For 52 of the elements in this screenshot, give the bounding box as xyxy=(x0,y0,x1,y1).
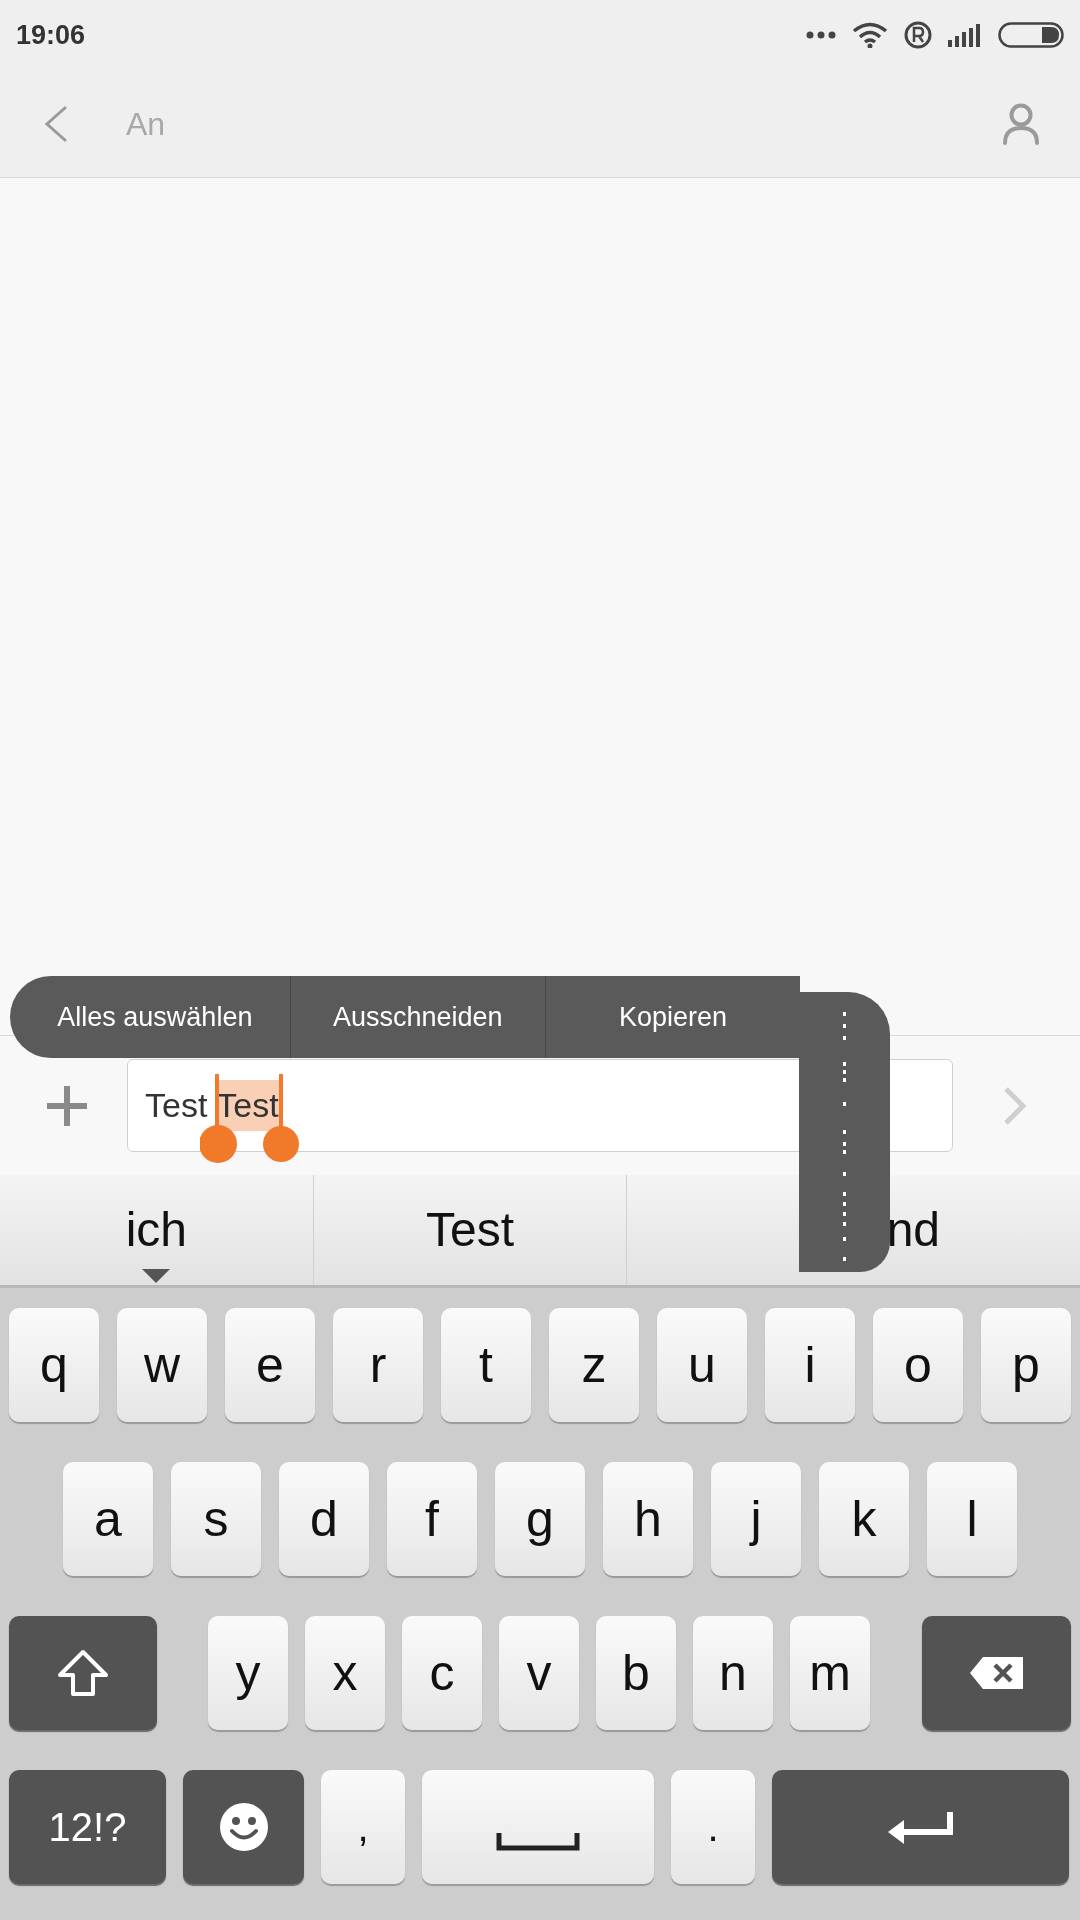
key[interactable]: i xyxy=(765,1308,855,1422)
battery-icon xyxy=(998,22,1064,48)
space-key[interactable] xyxy=(422,1770,654,1884)
key[interactable]: m xyxy=(790,1616,870,1730)
clock: 19:06 xyxy=(16,18,86,52)
signal-icon xyxy=(948,23,982,47)
key[interactable]: o xyxy=(873,1308,963,1422)
key[interactable]: r xyxy=(333,1308,423,1422)
key[interactable]: e xyxy=(225,1308,315,1422)
key[interactable]: . xyxy=(671,1770,755,1884)
plus-icon[interactable] xyxy=(45,1083,89,1128)
key[interactable]: p xyxy=(981,1308,1071,1422)
symbols-key[interactable]: 12!? xyxy=(9,1770,166,1884)
shift-key[interactable] xyxy=(9,1616,157,1730)
expand-triangle-icon[interactable] xyxy=(142,1269,171,1283)
menu-item[interactable]: Alles auswählen xyxy=(10,976,290,1058)
key[interactable]: u xyxy=(657,1308,747,1422)
suggestion-item[interactable]: ich xyxy=(0,1175,313,1285)
key[interactable]: , xyxy=(321,1770,405,1884)
key[interactable]: z xyxy=(549,1308,639,1422)
key[interactable]: b xyxy=(596,1616,676,1730)
backspace-icon xyxy=(968,1656,1025,1690)
key[interactable]: v xyxy=(499,1616,579,1730)
shift-arrow-icon xyxy=(57,1649,109,1697)
space-icon xyxy=(496,1833,580,1851)
more-dots-icon xyxy=(806,31,836,39)
key[interactable]: a xyxy=(63,1462,153,1576)
key[interactable]: f xyxy=(387,1462,477,1576)
dotted-glitch-icon xyxy=(841,1012,848,1262)
key[interactable]: d xyxy=(279,1462,369,1576)
key[interactable]: h xyxy=(603,1462,693,1576)
key[interactable]: c xyxy=(402,1616,482,1730)
key[interactable]: g xyxy=(495,1462,585,1576)
backspace-key[interactable] xyxy=(922,1616,1071,1730)
key[interactable]: n xyxy=(693,1616,773,1730)
suggestion-item[interactable]: Test xyxy=(312,1175,627,1285)
roaming-icon xyxy=(904,21,932,49)
emoji-key[interactable] xyxy=(183,1770,304,1884)
menu-item[interactable]: Ausschneiden xyxy=(289,976,545,1058)
key[interactable]: j xyxy=(711,1462,801,1576)
key[interactable]: t xyxy=(441,1308,531,1422)
key[interactable]: s xyxy=(171,1462,261,1576)
wifi-icon xyxy=(852,22,888,48)
key[interactable]: l xyxy=(927,1462,1017,1576)
recipient-label: An xyxy=(126,104,166,144)
key[interactable]: x xyxy=(305,1616,385,1730)
smiley-icon xyxy=(218,1802,269,1852)
input-text: Test xyxy=(145,1085,208,1126)
key[interactable]: y xyxy=(208,1616,288,1730)
key[interactable]: w xyxy=(117,1308,207,1422)
key[interactable]: q xyxy=(9,1308,99,1422)
key[interactable]: k xyxy=(819,1462,909,1576)
